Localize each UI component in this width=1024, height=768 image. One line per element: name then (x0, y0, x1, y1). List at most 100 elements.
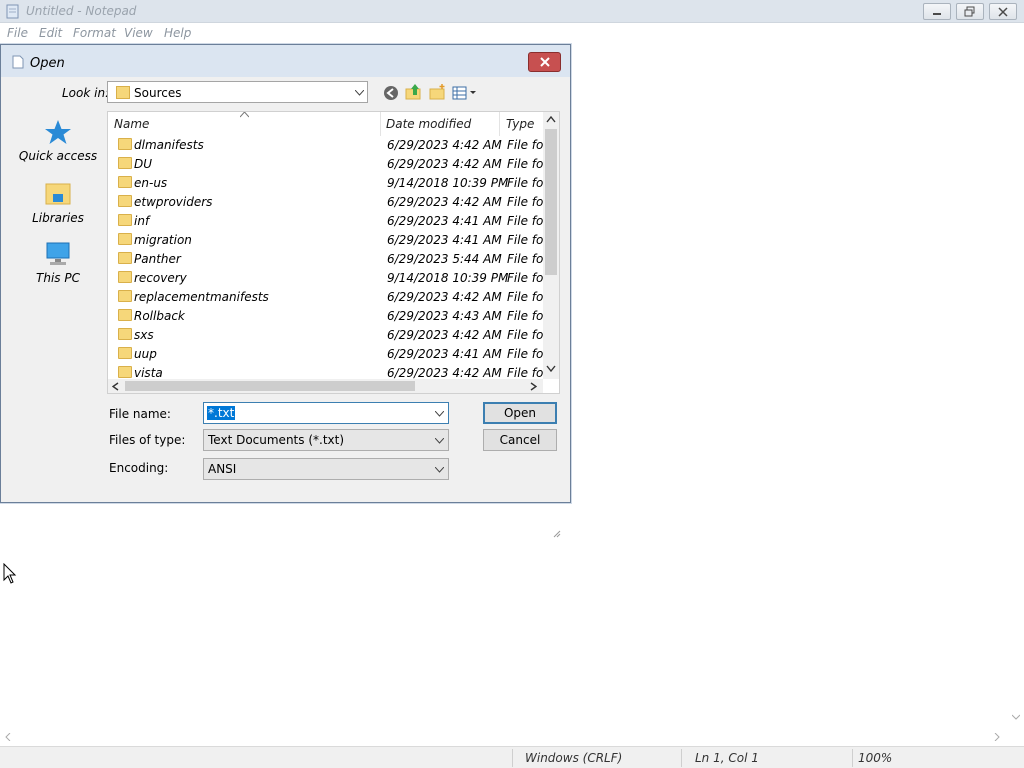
row-type: File folder (507, 309, 543, 323)
scroll-down-icon[interactable] (546, 365, 556, 372)
menu-help[interactable]: Help (164, 26, 191, 40)
file-list-row[interactable]: Panther 6/29/2023 5:44 AM File folder (108, 250, 543, 269)
file-list-row[interactable]: sxs 6/29/2023 4:42 AM File folder (108, 326, 543, 345)
row-name: inf (134, 214, 150, 228)
scroll-right-icon (994, 733, 1000, 741)
menu-file[interactable]: File (7, 26, 28, 40)
scroll-up-icon[interactable] (546, 116, 556, 123)
row-date: 6/29/2023 4:42 AM (387, 157, 502, 171)
folder-icon (118, 366, 132, 378)
notepad-app-icon (6, 4, 19, 19)
row-type: File folder (507, 328, 543, 342)
resize-grip-icon[interactable] (551, 528, 561, 538)
row-date: 6/29/2023 4:42 AM (387, 138, 502, 152)
file-list-row[interactable]: dlmanifests 6/29/2023 4:42 AM File folder (108, 136, 543, 155)
files-of-type-select[interactable]: Text Documents (*.txt) (203, 429, 449, 451)
scroll-down-icon (1012, 714, 1020, 720)
menu-format[interactable]: Format (73, 26, 116, 40)
chevron-down-icon (435, 438, 444, 444)
star-icon (45, 120, 71, 144)
file-list-row[interactable]: replacementmanifests 6/29/2023 4:42 AM Fil… (108, 288, 543, 307)
row-type: File folder (507, 214, 543, 228)
back-icon[interactable] (383, 85, 399, 101)
scroll-left-icon[interactable] (112, 382, 119, 391)
column-header-type[interactable]: Type (506, 112, 534, 136)
place-this-pc[interactable]: This PC (11, 241, 105, 285)
cancel-button[interactable]: Cancel (483, 429, 557, 451)
column-header-name[interactable]: Name (114, 112, 149, 136)
new-folder-icon[interactable] (429, 83, 447, 101)
row-date: 6/29/2023 4:42 AM (387, 328, 502, 342)
place-libraries[interactable]: Libraries (11, 181, 105, 225)
place-quick-access-label: Quick access (18, 149, 98, 163)
status-bar: Windows (CRLF) Ln 1, Col 1 100% (0, 746, 1024, 768)
chevron-down-icon (435, 467, 444, 473)
row-name: vista (134, 366, 163, 380)
file-name-input[interactable]: *.txt (203, 402, 449, 424)
file-list-row[interactable]: migration 6/29/2023 4:41 AM File folder (108, 231, 543, 250)
folder-icon (118, 195, 132, 207)
folder-icon (118, 271, 132, 283)
folder-icon (118, 157, 132, 169)
place-quick-access[interactable]: Quick access (11, 119, 105, 163)
status-position: Ln 1, Col 1 (695, 751, 759, 765)
chevron-down-icon[interactable] (435, 411, 444, 417)
menu-edit[interactable]: Edit (39, 26, 62, 40)
file-list-row[interactable]: inf 6/29/2023 4:41 AM File folder (108, 212, 543, 231)
row-name: uup (134, 347, 157, 361)
row-name: Panther (134, 252, 181, 266)
file-list-row[interactable]: DU 6/29/2023 4:42 AM File folder (108, 155, 543, 174)
scroll-left-icon (5, 733, 11, 741)
document-icon (12, 55, 24, 69)
editor-vertical-scrollbar[interactable] (1008, 43, 1024, 729)
row-date: 6/29/2023 4:41 AM (387, 347, 502, 361)
dialog-close-button[interactable] (528, 52, 561, 72)
files-of-type-label: Files of type: (109, 433, 186, 447)
menu-view[interactable]: View (124, 26, 153, 40)
vertical-scroll-thumb[interactable] (545, 129, 557, 275)
row-type: File folder (507, 271, 543, 285)
file-list-row[interactable]: uup 6/29/2023 4:41 AM File folder (108, 345, 543, 364)
open-button[interactable]: Open (483, 402, 557, 424)
look-in-label: Look in: (62, 86, 110, 100)
view-menu-button[interactable] (452, 85, 480, 101)
row-type: File folder (507, 290, 543, 304)
row-type: File folder (507, 157, 543, 171)
editor-horizontal-scrollbar[interactable] (0, 729, 1008, 746)
up-folder-icon[interactable] (405, 83, 423, 101)
row-date: 6/29/2023 4:41 AM (387, 214, 502, 228)
folder-icon (118, 176, 132, 188)
folder-icon (118, 214, 132, 226)
folder-icon (116, 86, 130, 99)
encoding-value: ANSI (208, 462, 237, 476)
look-in-value: Sources (134, 86, 182, 100)
folder-icon (118, 233, 132, 245)
file-list-row[interactable]: Rollback 6/29/2023 4:43 AM File folder (108, 307, 543, 326)
column-header-date[interactable]: Date modified (386, 112, 471, 136)
file-list-row[interactable]: en-us 9/14/2018 10:39 PMFile folder (108, 174, 543, 193)
view-grid-icon (452, 86, 476, 100)
file-list-vertical-scrollbar[interactable] (543, 112, 559, 379)
encoding-select[interactable]: ANSI (203, 458, 449, 480)
row-name: migration (134, 233, 192, 247)
horizontal-scroll-thumb[interactable] (125, 381, 415, 391)
look-in-combobox[interactable]: Sources (107, 81, 368, 103)
row-type: File folder (507, 138, 543, 152)
file-list-row[interactable]: recovery 9/14/2018 10:39 PMFile folder (108, 269, 543, 288)
close-window-button[interactable] (989, 3, 1017, 20)
row-date: 6/29/2023 4:41 AM (387, 233, 502, 247)
restore-button[interactable] (956, 3, 984, 20)
row-name: recovery (134, 271, 187, 285)
row-date: 9/14/2018 10:39 PM (387, 271, 509, 285)
file-list[interactable]: Name Date modified Type dlmanifests 6/29/… (107, 111, 560, 394)
scroll-right-icon[interactable] (530, 382, 537, 391)
file-list-row[interactable]: etwproviders 6/29/2023 4:42 AM File folder (108, 193, 543, 212)
minimize-button[interactable] (923, 3, 951, 20)
status-zoom: 100% (858, 751, 893, 765)
window-title: Untitled - Notepad (26, 4, 137, 18)
file-name-label: File name: (109, 407, 171, 421)
open-dialog: Open Look in: Sources Quick access Libra… (0, 44, 571, 538)
mouse-cursor-icon (3, 563, 17, 584)
row-name: replacementmanifests (134, 290, 269, 304)
file-list-horizontal-scrollbar[interactable] (108, 379, 543, 393)
